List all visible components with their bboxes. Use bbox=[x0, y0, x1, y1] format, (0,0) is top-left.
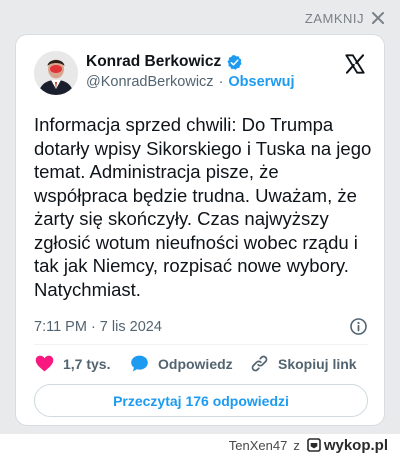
handle-row: @KonradBerkowicz · Obserwuj bbox=[86, 74, 294, 90]
author-row: Konrad Berkowicz bbox=[86, 53, 243, 71]
footer: TenXen47 z wykop.pl bbox=[0, 434, 400, 456]
copy-link-button[interactable]: Skopiuj link bbox=[249, 353, 374, 374]
read-replies-button[interactable]: Przeczytaj 176 odpowiedzi bbox=[34, 384, 368, 417]
follow-button[interactable]: Obserwuj bbox=[228, 74, 294, 90]
footer-connector: z bbox=[293, 437, 300, 453]
wykop-logo: wykop.pl bbox=[306, 437, 388, 454]
reply-label: Odpowiedz bbox=[158, 355, 233, 372]
tweet-text: Informacja sprzed chwili: Do Trumpa dota… bbox=[34, 114, 372, 300]
read-replies-label: Przeczytaj 176 odpowiedzi bbox=[113, 392, 289, 409]
action-bar: 1,7 tys. Odpowiedz Skopiuj link bbox=[34, 353, 374, 374]
footer-username: TenXen47 bbox=[228, 437, 288, 453]
close-icon bbox=[370, 10, 386, 26]
copy-link-label: Skopiuj link bbox=[278, 355, 357, 372]
tweet-meta: 7:11 PM · 7 lis 2024 bbox=[34, 317, 368, 336]
reply-button[interactable]: Odpowiedz bbox=[129, 353, 249, 374]
divider bbox=[34, 344, 368, 345]
link-icon bbox=[251, 355, 268, 372]
overlay-backdrop: ZAMKNIJ Konrad Berkowicz @KonradBerkowic… bbox=[0, 0, 400, 434]
wykop-logo-icon bbox=[307, 438, 321, 452]
author-name[interactable]: Konrad Berkowicz bbox=[86, 53, 221, 71]
close-label: ZAMKNIJ bbox=[304, 10, 364, 26]
like-count: 1,7 tys. bbox=[63, 355, 111, 372]
speech-bubble-icon bbox=[131, 355, 148, 372]
tweet-card: Konrad Berkowicz @KonradBerkowicz · Obse… bbox=[15, 34, 385, 426]
verified-badge-icon bbox=[226, 54, 243, 71]
author-handle[interactable]: @KonradBerkowicz bbox=[86, 74, 214, 90]
heart-icon bbox=[35, 355, 54, 372]
info-icon[interactable] bbox=[349, 317, 368, 336]
x-logo-icon[interactable] bbox=[344, 53, 366, 75]
tweet-timestamp[interactable]: 7:11 PM · 7 lis 2024 bbox=[34, 319, 162, 335]
like-button[interactable]: 1,7 tys. bbox=[34, 353, 129, 374]
close-button[interactable]: ZAMKNIJ bbox=[305, 10, 386, 26]
separator-dot: · bbox=[218, 74, 224, 90]
avatar[interactable] bbox=[34, 51, 78, 95]
footer-site: wykop.pl bbox=[323, 436, 388, 454]
